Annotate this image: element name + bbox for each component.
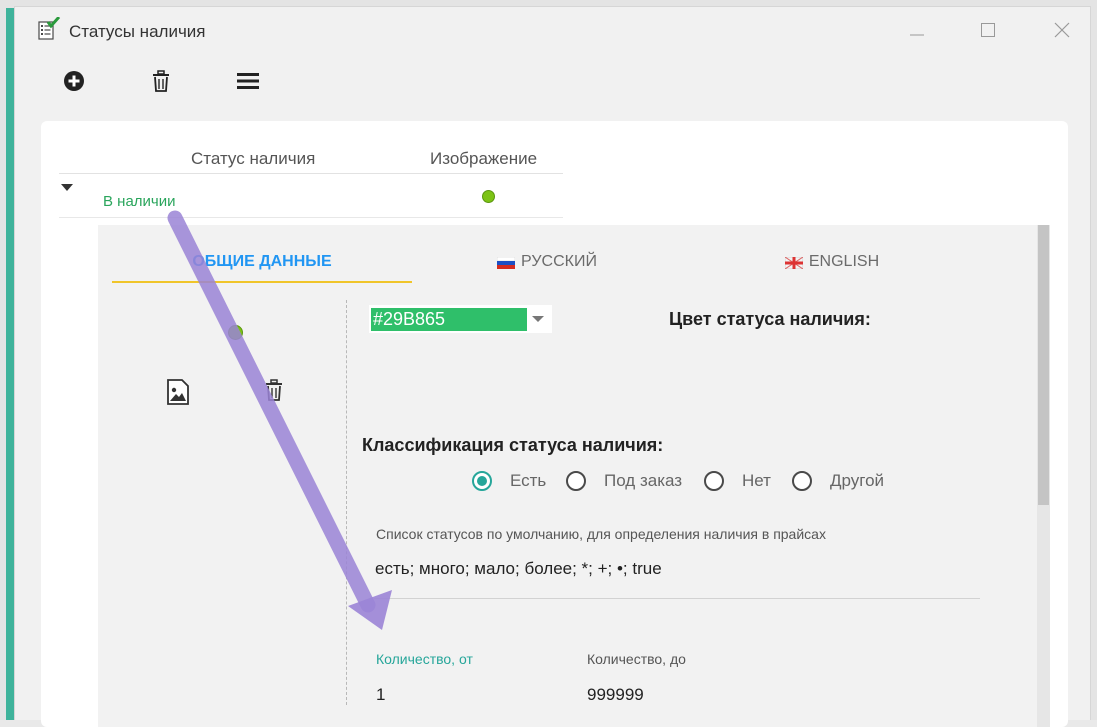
quantity-to-input[interactable]: 999999 [587,685,644,705]
menu-icon [237,72,259,95]
radio-none-label: Нет [742,471,771,490]
checklist-icon [37,16,61,41]
tab-english[interactable]: ENGLISH [682,239,982,285]
tab-general-label: ОБЩИЕ ДАННЫЕ [192,253,332,270]
scrollbar[interactable] [1037,225,1050,727]
status-image-dot [482,190,495,203]
default-list-underline [374,598,980,599]
radio-available[interactable]: Есть [472,471,546,491]
color-value[interactable]: #29B865 [371,308,527,331]
add-circle-icon [63,70,85,97]
default-list-label: Список статусов по умолчанию, для опреде… [376,526,826,542]
status-image-preview [228,325,243,340]
color-picker[interactable]: #29B865 [369,305,552,333]
content-card: Статус наличия Изображение В наличии ОБЩ… [41,121,1068,727]
status-window: Статусы наличия Статус наличия Изображен… [14,6,1091,727]
detail-panel: ОБЩИЕ ДАННЫЕ РУССКИЙ ENGLISH #29B865 Цве… [98,225,1050,727]
row-divider [59,217,563,218]
radio-on-order[interactable]: Под заказ [566,471,682,491]
delete-image-icon[interactable] [264,379,288,407]
row-status-name[interactable]: В наличии [103,193,176,210]
vertical-divider [346,300,347,705]
active-tab-indicator [112,281,412,283]
radio-circle[interactable] [472,471,492,491]
radio-circle[interactable] [566,471,586,491]
radio-none[interactable]: Нет [704,471,771,491]
radio-other-label: Другой [830,471,885,490]
quantity-from-label: Количество, от [376,651,473,667]
tab-english-label: ENGLISH [808,253,880,270]
title-bar: Статусы наличия [15,7,1090,57]
tab-russian[interactable]: РУССКИЙ [412,239,682,285]
radio-other[interactable]: Другой [792,471,884,491]
chevron-down-icon[interactable] [532,316,544,322]
close-icon[interactable] [1050,18,1074,42]
upload-image-icon[interactable] [166,379,192,407]
delete-button[interactable] [147,69,175,97]
quantity-to-label: Количество, до [587,651,686,667]
accent-strip [6,8,14,720]
russia-flag-icon [496,256,516,269]
maximize-icon[interactable] [976,18,1000,42]
radio-circle[interactable] [704,471,724,491]
quantity-from-input[interactable]: 1 [376,685,385,705]
color-label: Цвет статуса наличия: [669,309,871,329]
minimize-icon[interactable] [905,18,929,42]
trash-icon [151,69,171,97]
default-list-input[interactable]: есть; много; мало; более; *; +; •; true [375,559,662,579]
radio-on-order-label: Под заказ [604,471,683,490]
collapse-arrow-icon[interactable] [61,184,73,191]
scrollbar-thumb[interactable] [1038,225,1049,505]
column-header-image[interactable]: Изображение [430,149,537,169]
radio-circle[interactable] [792,471,812,491]
tab-general[interactable]: ОБЩИЕ ДАННЫЕ [112,239,412,285]
window-title: Статусы наличия [69,22,206,41]
classification-title: Классификация статуса наличия: [362,435,664,455]
uk-flag-icon [784,256,804,270]
add-button[interactable] [60,69,88,97]
menu-button[interactable] [234,69,262,97]
radio-available-label: Есть [510,471,547,490]
column-header-status[interactable]: Статус наличия [191,149,315,169]
header-divider [59,173,563,174]
tab-russian-label: РУССКИЙ [521,253,597,270]
